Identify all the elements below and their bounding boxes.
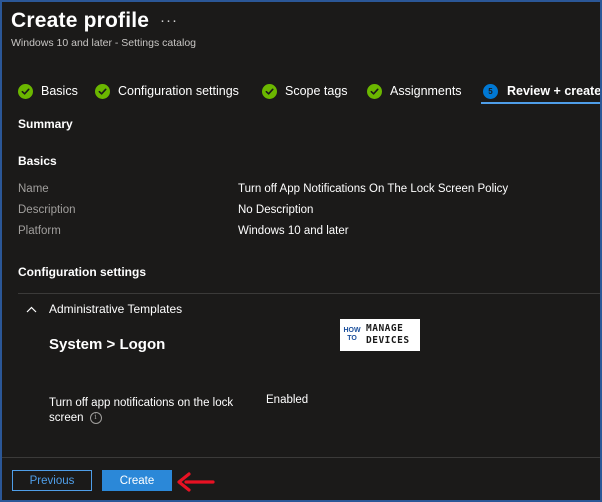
administrative-templates-group[interactable]: Administrative Templates <box>26 302 182 316</box>
basics-heading: Basics <box>18 154 57 168</box>
logo-devices-text: DEVICES <box>366 335 410 346</box>
category-title: System > Logon <box>49 336 166 353</box>
summary-heading: Summary <box>18 117 73 131</box>
configuration-settings-heading: Configuration settings <box>18 265 146 279</box>
page-subtitle: Windows 10 and later - Settings catalog <box>11 37 197 49</box>
tab-scope-tags[interactable]: Scope tags <box>262 78 348 104</box>
setting-name: Turn off app notifications on the lock s… <box>49 396 249 426</box>
active-tab-indicator <box>481 102 600 104</box>
info-icon[interactable]: i <box>89 411 102 424</box>
create-profile-panel: Create profile ··· Windows 10 and later … <box>0 0 602 502</box>
description-label: Description <box>18 204 76 216</box>
description-value: No Description <box>238 204 314 216</box>
tab-review-create[interactable]: 5 Review + create <box>483 78 602 104</box>
tab-basics[interactable]: Basics <box>18 78 78 104</box>
tab-label: Assignments <box>390 84 462 98</box>
check-icon <box>367 83 382 99</box>
name-value: Turn off App Notifications On The Lock S… <box>238 183 509 195</box>
chevron-up-icon[interactable] <box>26 306 37 313</box>
logo-to-text: TO <box>347 335 357 342</box>
footer-divider <box>2 457 600 458</box>
group-label: Administrative Templates <box>49 302 183 316</box>
tab-label: Review + create <box>507 84 602 98</box>
check-icon <box>262 83 277 99</box>
check-icon <box>18 83 33 99</box>
annotation-arrow-icon <box>177 472 215 492</box>
platform-value: Windows 10 and later <box>238 225 349 237</box>
tab-label: Basics <box>41 84 78 98</box>
name-label: Name <box>18 183 49 195</box>
tab-label: Scope tags <box>285 84 348 98</box>
setting-name-text: Turn off app notifications on the lock s… <box>49 397 234 424</box>
logo-manage-devices: MANAGE DEVICES <box>366 323 410 347</box>
tab-assignments[interactable]: Assignments <box>367 78 462 104</box>
step-number-badge: 5 <box>483 83 498 99</box>
wizard-steps: Basics Configuration settings Scope tags… <box>2 78 600 106</box>
check-icon <box>95 83 110 99</box>
previous-button[interactable]: Previous <box>12 470 92 491</box>
tab-configuration-settings[interactable]: Configuration settings <box>95 78 239 104</box>
logo-how-text: HOW <box>343 327 361 334</box>
logo-how-to: HOW TO <box>341 327 363 343</box>
logo-manage-text: MANAGE <box>366 323 404 334</box>
howtomanagedevices-logo: HOW TO MANAGE DEVICES <box>340 319 420 351</box>
more-options-icon[interactable]: ··· <box>160 12 178 29</box>
divider <box>18 293 600 294</box>
page-title: Create profile <box>11 9 150 32</box>
setting-value: Enabled <box>266 394 309 406</box>
platform-label: Platform <box>18 225 61 237</box>
tab-label: Configuration settings <box>118 84 239 98</box>
create-button[interactable]: Create <box>102 470 172 491</box>
